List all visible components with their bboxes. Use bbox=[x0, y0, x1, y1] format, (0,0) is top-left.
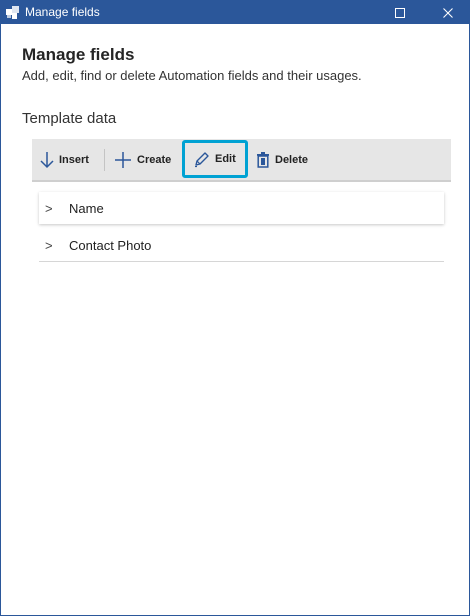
pencil-icon bbox=[195, 151, 209, 167]
page-subtitle: Add, edit, find or delete Automation fie… bbox=[22, 68, 362, 83]
section-title: Template data bbox=[22, 110, 117, 127]
page-title: Manage fields bbox=[22, 45, 135, 64]
edit-button[interactable]: Edit bbox=[182, 140, 248, 178]
toolbar-separator bbox=[104, 149, 105, 171]
tree-item-label: Name bbox=[69, 200, 104, 216]
tree-item-label: Contact Photo bbox=[69, 237, 152, 253]
delete-label: Delete bbox=[275, 153, 309, 166]
create-button[interactable]: Create bbox=[114, 139, 171, 180]
maximize-button[interactable] bbox=[387, 1, 413, 24]
close-button[interactable] bbox=[435, 1, 461, 24]
maximize-icon bbox=[395, 7, 405, 18]
edit-label: Edit bbox=[215, 153, 236, 165]
toolbar: Insert Create Edit Delete bbox=[32, 139, 451, 182]
insert-label: Insert bbox=[59, 153, 89, 166]
chevron-right-icon: > bbox=[45, 200, 53, 216]
create-label: Create bbox=[137, 153, 172, 166]
title-bar[interactable]: Manage fields bbox=[1, 1, 469, 24]
insert-button[interactable]: Insert bbox=[40, 139, 89, 180]
delete-button[interactable]: Delete bbox=[256, 139, 308, 180]
trash-icon bbox=[257, 152, 269, 168]
tree-item-name[interactable]: > Name bbox=[39, 192, 444, 224]
window-title: Manage fields bbox=[25, 5, 100, 19]
chevron-right-icon: > bbox=[45, 237, 53, 253]
close-icon bbox=[443, 7, 453, 18]
manage-fields-window: Manage fields Manage fields Add, edit, f… bbox=[0, 0, 470, 616]
tree-item-contact-photo[interactable]: > Contact Photo bbox=[39, 229, 444, 262]
arrow-down-icon bbox=[40, 151, 54, 168]
plus-icon bbox=[115, 151, 131, 168]
app-icon bbox=[6, 6, 19, 19]
